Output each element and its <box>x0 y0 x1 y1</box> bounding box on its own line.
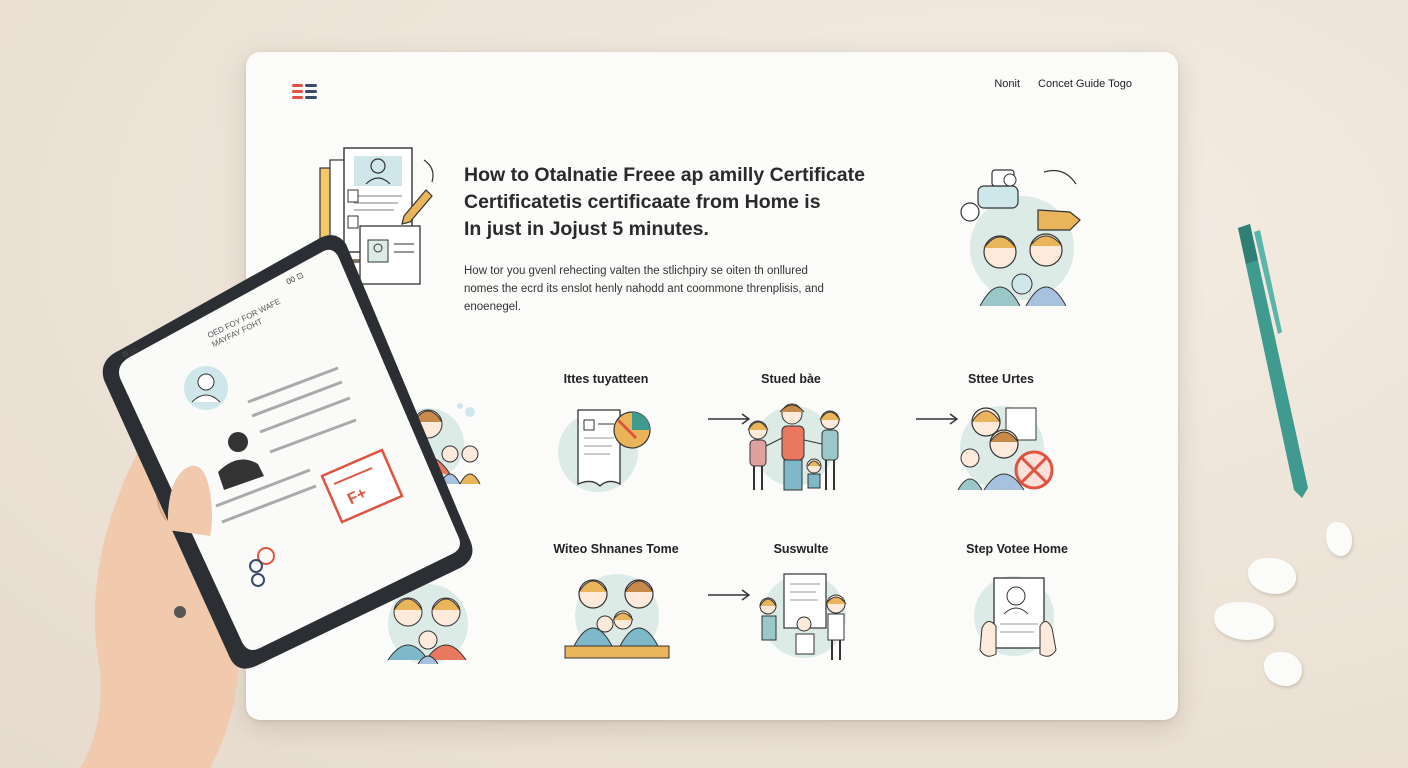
step-2: Stued bàe <box>726 372 856 498</box>
step-1: Ittes tuyatteen <box>536 372 676 494</box>
tablet-with-hand: 00 ⊡ ⊟ ⌂⌂ OED FOY FOR WAFE MAYFAY FOHT F… <box>60 230 500 768</box>
family-icon <box>747 403 841 491</box>
intro-line: How tor you gvenl rehecting valten the s… <box>464 265 808 277</box>
step-label: Suswulte <box>773 542 829 556</box>
pebble <box>1326 522 1352 556</box>
family-icon <box>957 406 1054 491</box>
step-label: Witeo Shnanes Tome <box>553 542 679 556</box>
intro-paragraph: How tor you gvenl rehecting valten the s… <box>464 262 924 316</box>
step-3: Sttee Urtes <box>946 372 1056 498</box>
headline-line: In just in Jojust 5 minutes. <box>464 218 709 240</box>
family-icon <box>759 573 847 660</box>
top-nav: Nonit Concet Guide Togo <box>994 78 1132 90</box>
family-icon <box>960 169 1081 306</box>
step-label: Stued bàe <box>761 372 821 386</box>
step-6: Step Votee Home <box>962 542 1072 668</box>
step-label: Sttee Urtes <box>968 372 1034 386</box>
intro-line: enoenegel. <box>464 301 521 313</box>
document-icon <box>558 409 651 492</box>
headline-line: How to Otalnatie Freee ap amilly Certifi… <box>464 164 865 186</box>
step-label: Step Votee Home <box>966 542 1068 556</box>
intro-line: nomes the ecrd its enslot henly nahodd a… <box>464 283 824 295</box>
step-4: Witeo Shnanes Tome <box>536 542 696 664</box>
menu-icon[interactable] <box>292 82 320 102</box>
document-icon <box>974 576 1057 657</box>
family-icon <box>564 574 670 659</box>
step-5: Suswulte <box>746 542 856 668</box>
step-label: Ittes tuyatteen <box>563 372 649 386</box>
nav-item-guide[interactable]: Concet Guide Togo <box>1038 78 1132 90</box>
headline-line: Certificatetis certificaate from Home is <box>464 191 821 213</box>
page-title: How to Otalnatie Freee ap amilly Certifi… <box>464 162 934 243</box>
nav-item-home[interactable]: Nonit <box>994 78 1020 90</box>
pen <box>1238 224 1308 502</box>
